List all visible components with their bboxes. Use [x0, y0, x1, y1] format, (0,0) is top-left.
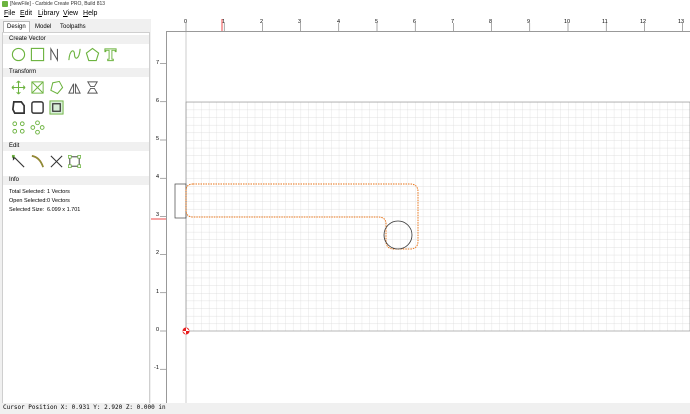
design-tab-content: Create Vector Transform Edit Info Total …	[2, 32, 150, 404]
app-icon	[2, 1, 8, 7]
rectangle-icon[interactable]	[30, 47, 45, 62]
ruler-y-label: -1	[154, 365, 159, 371]
ruler-y-label: 2	[156, 250, 160, 256]
title-bar: [NewFile] - Carbide Create PRO, Build 81…	[0, 0, 690, 9]
ruler-x-label: 8	[489, 19, 493, 25]
tab-toolpaths[interactable]: Toolpaths	[57, 22, 89, 32]
offset-icon[interactable]	[11, 100, 26, 115]
ruler-x-label: 3	[298, 19, 302, 25]
info-selected-size: Selected Size: 6.099 x 1.701	[9, 207, 81, 213]
ruler-y-label: 4	[156, 174, 160, 180]
design-panel: Design Model Toolpaths Create Vector Tra…	[0, 19, 152, 404]
ruler-x-label: 10	[564, 19, 571, 25]
tab-design[interactable]: Design	[3, 21, 30, 32]
selected-size-value: 6.099 x 1.701	[47, 207, 81, 213]
menu-edit[interactable]: Edit	[20, 10, 32, 17]
ruler-x-label: 1	[222, 19, 226, 25]
circular-array-icon[interactable]	[30, 120, 45, 135]
total-selected-value: 1 Vectors	[47, 189, 70, 195]
ruler-y-label: 1	[156, 289, 160, 295]
ruler-x-label: 7	[451, 19, 455, 25]
tab-model[interactable]: Model	[32, 22, 54, 32]
tab-bar: Design Model Toolpaths	[0, 21, 151, 32]
ruler-left: 7 6 5 4 3 2 1 0 -1	[151, 31, 167, 403]
window-title: [NewFile] - Carbide Create PRO, Build 81…	[10, 1, 106, 7]
ruler-top-ticks	[185, 19, 683, 31]
curve-edit-icon[interactable]	[30, 154, 45, 169]
ruler-y-label: 0	[156, 327, 160, 333]
ruler-x-label: 4	[337, 19, 341, 25]
section-info: Info	[9, 177, 20, 183]
align-icon[interactable]	[85, 80, 100, 95]
ruler-x-label: 6	[413, 19, 417, 25]
array-icon[interactable]	[11, 120, 26, 135]
mirror-icon[interactable]	[67, 80, 82, 95]
ruler-top: 0 1 2 3 4 5 6 7 8 9 10 11 12 13	[166, 19, 690, 32]
boolean-union-icon[interactable]	[49, 100, 64, 115]
ruler-y-label: 6	[156, 98, 160, 104]
rotate-icon[interactable]	[49, 80, 64, 95]
origin-marker	[182, 327, 190, 335]
fillet-icon[interactable]	[30, 100, 45, 115]
ruler-y-label: 5	[156, 136, 160, 142]
ruler-x-label: 5	[375, 19, 379, 25]
menu-file[interactable]: File	[4, 10, 15, 17]
info-open-selected: Open Selected: 0 Vectors	[9, 198, 70, 204]
ruler-x-label: 2	[260, 19, 264, 25]
cursor-position: Cursor Position X: 0.931 Y: 2.920 Z: 0.0…	[3, 404, 166, 411]
menu-help[interactable]: Help	[83, 10, 97, 17]
menu-bar: File Edit Library View Help	[0, 9, 690, 19]
status-bar: Cursor Position X: 0.931 Y: 2.920 Z: 0.0…	[0, 403, 690, 414]
section-transform: Transform	[9, 69, 37, 75]
info-total-selected: Total Selected: 1 Vectors	[9, 189, 70, 195]
polyline-icon[interactable]	[49, 47, 64, 62]
polygon-icon[interactable]	[85, 47, 100, 62]
trim-icon[interactable]	[49, 154, 64, 169]
ruler-x-label: 9	[527, 19, 531, 25]
scale-icon[interactable]	[30, 80, 45, 95]
move-icon[interactable]	[11, 80, 26, 95]
join-icon[interactable]	[67, 154, 82, 169]
menu-library[interactable]: Library	[38, 10, 59, 17]
ruler-x-label: 11	[602, 19, 608, 25]
menu-view[interactable]: View	[63, 10, 78, 17]
curve-icon[interactable]	[67, 47, 82, 62]
canvas-drawing[interactable]	[166, 31, 690, 403]
section-edit: Edit	[9, 143, 20, 149]
section-create-vector: Create Vector	[9, 36, 46, 42]
node-edit-icon[interactable]	[11, 154, 26, 169]
open-selected-value: 0 Vectors	[47, 198, 70, 204]
ruler-y-label: 7	[156, 60, 160, 66]
circle-icon[interactable]	[11, 47, 26, 62]
ruler-x-label: 12	[640, 19, 647, 25]
fixture-rectangle[interactable]	[174, 183, 187, 219]
ruler-x-label: 13	[678, 19, 685, 25]
text-icon[interactable]	[103, 47, 118, 62]
ruler-y-label: 3	[156, 212, 160, 218]
ruler-x-label: 0	[184, 19, 188, 25]
